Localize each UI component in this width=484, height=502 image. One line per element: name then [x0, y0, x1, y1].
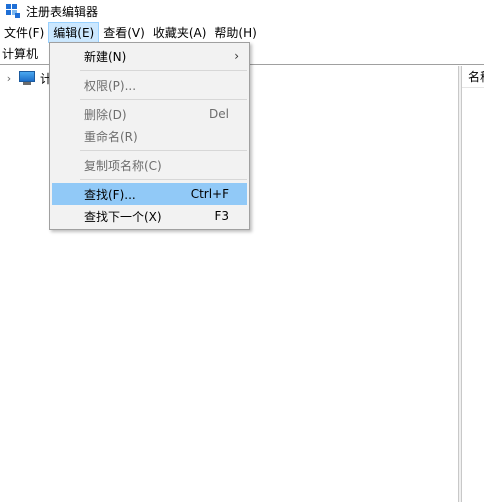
menu-item-delete[interactable]: 删除(D) Del [52, 103, 247, 125]
menu-separator [80, 70, 247, 71]
menu-item-new[interactable]: 新建(N) › [52, 45, 247, 67]
menu-separator [80, 179, 247, 180]
menu-item-rename[interactable]: 重命名(R) [52, 125, 247, 147]
title-bar: 注册表编辑器 [0, 0, 484, 22]
column-header-name[interactable]: 名称 [462, 66, 484, 88]
menu-item-find-next[interactable]: 查找下一个(X) F3 [52, 205, 247, 227]
address-path: 计算机 [2, 47, 39, 61]
menu-item-copy-key-name[interactable]: 复制项名称(C) [52, 154, 247, 176]
menu-separator [80, 99, 247, 100]
tree-item-computer[interactable]: › 计 [0, 68, 52, 88]
chevron-right-icon[interactable]: › [2, 72, 16, 85]
menu-favorites[interactable]: 收藏夹(A) [149, 22, 211, 43]
registry-editor-icon [6, 4, 20, 18]
menu-view[interactable]: 查看(V) [99, 22, 149, 43]
computer-icon [18, 71, 36, 85]
menu-separator [80, 150, 247, 151]
menu-bar: 文件(F) 编辑(E) 查看(V) 收藏夹(A) 帮助(H) [0, 22, 484, 43]
menu-file[interactable]: 文件(F) [0, 22, 48, 43]
menu-item-permissions[interactable]: 权限(P)... [52, 74, 247, 96]
chevron-right-icon: › [234, 49, 239, 63]
menu-help[interactable]: 帮助(H) [210, 22, 260, 43]
menu-item-find[interactable]: 查找(F)... Ctrl+F [52, 183, 247, 205]
window-title: 注册表编辑器 [26, 4, 99, 19]
edit-menu-dropdown: 新建(N) › 权限(P)... 删除(D) Del 重命名(R) 复制项名称(… [49, 42, 250, 230]
menu-edit[interactable]: 编辑(E) [48, 22, 100, 43]
values-list-pane[interactable]: 名称 [462, 66, 484, 502]
